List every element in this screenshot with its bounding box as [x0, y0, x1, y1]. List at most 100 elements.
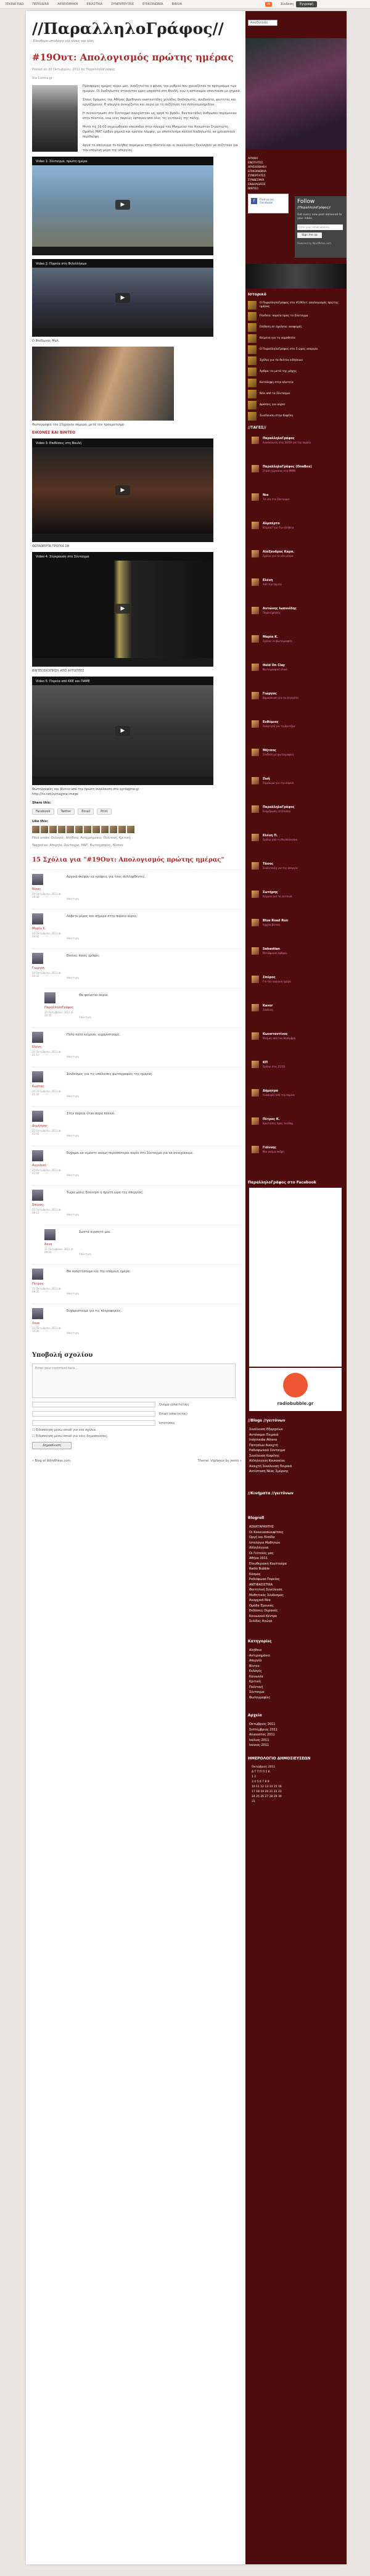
avatar[interactable]	[41, 826, 48, 833]
archive-link[interactable]: Αύγουστος 2011	[249, 1732, 342, 1738]
footer-right-link[interactable]: Theme: Vigilance by Jestro »	[198, 1459, 242, 1463]
avatar[interactable]	[127, 826, 134, 833]
avatar[interactable]	[84, 826, 91, 833]
user-item[interactable]: Blue Road Run Αρχείο βίντεο	[252, 919, 344, 928]
comment-author[interactable]: Γιώργος	[32, 966, 62, 970]
user-item[interactable]: Hold On Clay Φωτογραφικό υλικό	[252, 664, 344, 672]
blog-link[interactable]: Ανοιχτή Συνέλευση Πειραιά	[249, 1464, 342, 1470]
avatar[interactable]	[32, 1111, 43, 1122]
avatar[interactable]	[32, 1032, 43, 1043]
wordpress-icon[interactable]: W	[265, 2, 272, 7]
comment-date[interactable]: 20 Οκτωβρίου, 2011 at 20:31	[32, 971, 62, 977]
submit-comment-button[interactable]: Δημοσίευση	[32, 1442, 72, 1449]
blogroll-link[interactable]: Φοιτητική Συνέλευση	[249, 1587, 342, 1593]
avatar[interactable]	[252, 493, 259, 501]
blogroll-link[interactable]: Ιστολόγιο Μαθητών	[249, 1541, 342, 1546]
archive-link[interactable]: Ιούνιος 2011	[249, 1743, 342, 1748]
avatar[interactable]	[32, 1269, 43, 1280]
user-item[interactable]: Μήτσος Σύνδεση με φωτογραφίες	[252, 749, 344, 757]
comment-author[interactable]: Αγγελική	[32, 1164, 62, 1167]
email-field[interactable]	[32, 1411, 155, 1417]
category-link[interactable]: Βίντεο	[249, 1664, 342, 1669]
avatar[interactable]	[252, 1032, 259, 1040]
user-item[interactable]: Αλέξανδρος Καρπ. Σχόλια για τα νέα μέτρα	[252, 550, 344, 559]
avatar[interactable]	[44, 1229, 56, 1240]
user-name[interactable]: Sebastian	[263, 947, 280, 951]
promo-banner[interactable]	[245, 264, 347, 289]
menu-item[interactable]: ΒΙΝΤΕΟ	[248, 187, 297, 191]
user-item[interactable]: ΠαραλληλοΓράφος Ενημέρωση ιστότοπου	[252, 805, 344, 814]
blog-link[interactable]: Αντίσταση Νέας Σμύρνης	[249, 1469, 342, 1475]
avatar[interactable]	[92, 826, 100, 833]
category-link[interactable]: Φωτογραφίες	[249, 1695, 342, 1701]
comment-date[interactable]: 20 Οκτωβρίου, 2011 at 22:05	[32, 1129, 62, 1135]
avatar[interactable]	[252, 834, 259, 841]
user-name[interactable]: Μαρία Κ.	[263, 635, 278, 639]
category-link[interactable]: Εκλογές	[249, 1669, 342, 1674]
archive-link[interactable]: Οκτώβριος 2011	[249, 1722, 342, 1727]
category-link[interactable]: Κριτική	[249, 1679, 342, 1685]
category-link[interactable]: Σύνταγμα	[249, 1690, 342, 1695]
blog-link[interactable]: Indymedia Athens	[249, 1438, 342, 1443]
share-email-button[interactable]: Email	[78, 809, 94, 815]
comment-author[interactable]: ΠαραλληλοΓράφος	[44, 1006, 74, 1010]
avatar[interactable]	[252, 1089, 259, 1097]
user-name[interactable]: Αλμπέρτο	[263, 522, 280, 525]
avatar[interactable]	[252, 720, 259, 728]
avatar[interactable]	[252, 1146, 259, 1153]
blogroll-link[interactable]: Ελευθεριακή Κουλτούρα	[249, 1562, 342, 1567]
recent-item[interactable]: Δράσεις για αύριο	[248, 401, 344, 409]
user-item[interactable]: Ζωή Σημείωμα για την πορεία	[252, 777, 344, 786]
user-name[interactable]: Τάσος	[263, 862, 273, 866]
reply-link[interactable]: Απάντηση	[67, 1055, 79, 1058]
blogroll-link[interactable]: Μαθητικός Σύνδεσμος	[249, 1593, 342, 1599]
user-item[interactable]: Κωνσταντίνος Μνήμες από τον Δεκέμβρη	[252, 1032, 344, 1041]
user-name[interactable]: ΠαραλληλοΓράφος	[263, 805, 295, 809]
comment-author[interactable]: Κώστας	[32, 1085, 62, 1088]
nav-item-interviews[interactable]: ΣΥΝΕΝΤΕΥΞΕΙΣ	[111, 2, 134, 6]
menu-item[interactable]: ΑΡΧΙΚΗ	[248, 157, 297, 161]
avatar[interactable]	[252, 1117, 259, 1125]
user-item[interactable]: Ελένη Π. Σχόλια από τη Θεσσαλονίκη	[252, 834, 344, 842]
blogroll-link[interactable]: Αθήνα 2011	[249, 1556, 342, 1562]
comment-date[interactable]: 20 Οκτωβρίου, 2011 at 19:40	[32, 892, 62, 899]
user-item[interactable]: Ελένη Από την πορεία	[252, 578, 344, 587]
follow-email-input[interactable]: Enter your email address	[297, 224, 343, 230]
user-item[interactable]: ΠαραλληλοΓράφος Ανακοίνωση στις 20/10 για…	[252, 437, 344, 445]
user-item[interactable]: Αντώνης Ιωαννίδης Παρατηρήσεις	[252, 607, 344, 615]
reply-link[interactable]: Απάντηση	[67, 976, 79, 979]
post-title[interactable]: #19Ουτ: Απολογισμός πρώτης ημέρας	[32, 52, 242, 63]
menu-item[interactable]: ΕΠΙΚΟΙΝΩΝΙΑ	[248, 170, 297, 174]
comment-date[interactable]: 21 Οκτωβρίου, 2011 at 09:35	[32, 1287, 62, 1293]
user-item[interactable]: Γιώργος Δημοσίευση για τα γεγονότα	[252, 692, 344, 701]
blogroll-link[interactable]: Κόσμος	[249, 1572, 342, 1578]
comment-date[interactable]: 21 Οκτωβρίου, 2011 at 09:00	[44, 1248, 74, 1254]
play-icon[interactable]: ▶	[115, 485, 130, 495]
user-item[interactable]: Sebastian Μετάφραση άρθρου	[252, 947, 344, 956]
category-link[interactable]: Κοινωνία	[249, 1674, 342, 1680]
avatar[interactable]	[252, 891, 259, 898]
avatar[interactable]	[32, 953, 43, 964]
comment-date[interactable]: 20 Οκτωβρίου, 2011 at 21:10	[32, 1050, 62, 1056]
avatar[interactable]	[252, 692, 259, 699]
avatar[interactable]	[252, 749, 259, 756]
comment-date[interactable]: 21 Οκτωβρίου, 2011 at 10:20	[32, 1327, 62, 1333]
menu-item[interactable]: ΣΥΝΕΡΓΑΤΕΣ	[248, 174, 297, 178]
user-name[interactable]: Hold On Clay	[263, 664, 285, 667]
comment-date[interactable]: 20 Οκτωβρίου, 2011 at 20:45	[44, 1011, 74, 1017]
nav-item-contact[interactable]: ΕΠΙΚΟΙΝΩΝΙΑ	[142, 2, 163, 6]
recent-item[interactable]: Σχόλιο για τα δελτία ειδήσεων	[248, 356, 344, 365]
source-link[interactable]: http://hs.net/syntagma-image	[32, 792, 242, 796]
comment-author[interactable]: Ελένη	[32, 1045, 62, 1049]
reply-link[interactable]: Απάντηση	[67, 1331, 79, 1335]
post-tags[interactable]: Tagged as: Απεργία, Σύνταγμα, ΜΑΤ, Φωτογ…	[32, 843, 242, 848]
avatar[interactable]	[252, 947, 259, 955]
blog-link[interactable]: Συνέλευση Εξαρχείων	[249, 1427, 342, 1433]
video-player[interactable]: Video 2: Πορεία στη Φιλελλήνων ▶	[32, 259, 213, 337]
register-button[interactable]: Εγγραφή	[296, 1, 317, 7]
avatar[interactable]	[118, 826, 126, 833]
calendar-row[interactable]: 17 18 19 20 21 22 23	[252, 1790, 338, 1795]
comment-author[interactable]: Δημήτρης	[32, 1124, 62, 1128]
play-icon[interactable]: ▶	[115, 200, 130, 210]
reply-link[interactable]: Απάντηση	[67, 1134, 79, 1137]
